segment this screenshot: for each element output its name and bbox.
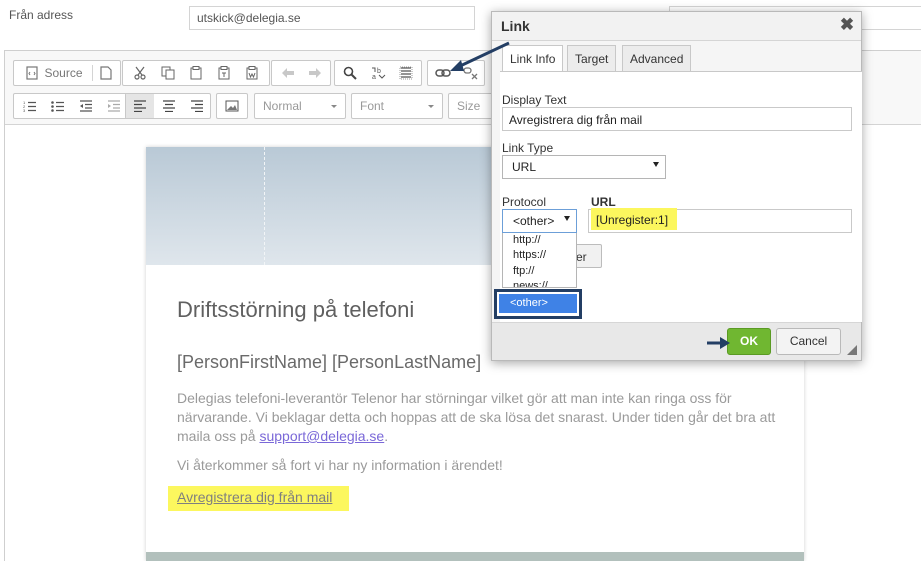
- toolbar-group-document: Source: [13, 60, 121, 86]
- paste-word-button[interactable]: [239, 61, 265, 85]
- source-icon: [26, 66, 39, 80]
- chevron-down-icon: [653, 162, 659, 167]
- protocol-option-http[interactable]: http://: [513, 234, 541, 246]
- protocol-dropdown-list: http:// https:// ftp:// news://: [502, 233, 577, 288]
- protocol-label: Protocol: [502, 195, 547, 209]
- link-type-label: Link Type: [502, 141, 554, 155]
- email-body-end: .: [384, 428, 389, 444]
- replace-icon: ba: [372, 67, 386, 80]
- tab-target[interactable]: Target: [567, 45, 617, 71]
- email-recipient-name: [PersonFirstName] [PersonLastName]: [177, 352, 482, 372]
- protocol-select-value: <other>: [513, 214, 555, 228]
- protocol-option-ftp[interactable]: ftp://: [513, 265, 534, 277]
- link-button[interactable]: [430, 61, 456, 85]
- from-address-label: Från adress: [9, 8, 74, 22]
- resize-handle[interactable]: [847, 345, 857, 355]
- paste-text-icon: [218, 66, 230, 80]
- format-select[interactable]: Normal: [254, 93, 346, 119]
- protocol-option-https[interactable]: https://: [513, 249, 546, 261]
- url-label: URL: [591, 195, 616, 209]
- decrease-indent-button[interactable]: [73, 94, 99, 118]
- email-body-paragraph: Delegias telefoni-leverantör Telenor har…: [177, 389, 777, 446]
- toolbar-group-media: [216, 93, 248, 119]
- paste-icon: [190, 66, 202, 80]
- protocol-option-other[interactable]: <other>: [499, 294, 577, 313]
- find-button[interactable]: [337, 61, 363, 85]
- email-title: Driftsstörning på telefoni: [177, 297, 415, 322]
- toolbar-group-clipboard: [122, 60, 270, 86]
- align-left-icon: [134, 100, 146, 112]
- format-select-value: Normal: [263, 99, 302, 113]
- cancel-button[interactable]: Cancel: [776, 328, 841, 355]
- select-all-button[interactable]: [393, 61, 419, 85]
- replace-button[interactable]: ba: [365, 61, 391, 85]
- toolbar-group-history: [271, 60, 331, 86]
- new-page-button[interactable]: [94, 61, 118, 85]
- protocol-option-news[interactable]: news://: [513, 280, 548, 287]
- undo-button[interactable]: [275, 61, 301, 85]
- numbered-list-icon: 123: [23, 100, 36, 112]
- increase-indent-button[interactable]: [101, 94, 127, 118]
- font-select[interactable]: Font: [351, 93, 443, 119]
- toolbar-group-align: [125, 93, 211, 119]
- source-button[interactable]: Source: [18, 61, 90, 85]
- indent-icon: [108, 100, 120, 112]
- search-icon: [343, 66, 357, 80]
- paste-word-icon: [246, 66, 258, 80]
- unlink-button[interactable]: [458, 61, 484, 85]
- link-type-value: URL: [512, 160, 537, 174]
- font-select-value: Font: [360, 99, 385, 113]
- link-icon: [435, 69, 451, 77]
- paste-button[interactable]: [183, 61, 209, 85]
- numbered-list-button[interactable]: 123: [17, 94, 43, 118]
- copy-button[interactable]: [155, 61, 181, 85]
- undo-icon: [282, 68, 294, 78]
- close-icon[interactable]: ✖: [839, 16, 855, 34]
- bulleted-list-icon: [51, 101, 64, 112]
- svg-text:a: a: [372, 74, 376, 80]
- tab-link-info[interactable]: Link Info: [502, 45, 564, 72]
- tab-advanced[interactable]: Advanced: [622, 45, 692, 71]
- align-center-button[interactable]: [155, 94, 183, 118]
- unsubscribe-link[interactable]: Avregistrera dig från mail: [177, 489, 332, 505]
- display-text-label: Display Text: [502, 93, 567, 107]
- image-button[interactable]: [219, 94, 245, 118]
- toolbar-group-links: [427, 60, 485, 86]
- banner-divider: [264, 147, 265, 265]
- email-followup-text: Vi återkommer så fort vi har ny informat…: [177, 457, 503, 473]
- align-right-icon: [191, 100, 203, 112]
- svg-text:3: 3: [23, 108, 26, 112]
- cut-button[interactable]: [127, 61, 153, 85]
- svg-text:b: b: [377, 68, 381, 75]
- url-input-value: [Unregister:1]: [596, 213, 669, 227]
- email-footer-bar: [146, 552, 804, 561]
- align-left-button[interactable]: [126, 94, 154, 118]
- new-page-icon: [100, 66, 112, 80]
- display-text-input[interactable]: Avregistrera dig från mail: [502, 107, 852, 131]
- size-select-value: Size: [457, 99, 481, 113]
- redo-button[interactable]: [302, 61, 328, 85]
- protocol-select[interactable]: <other>: [502, 209, 577, 233]
- unlink-icon: [463, 67, 478, 80]
- image-icon: [225, 100, 239, 112]
- support-email-link[interactable]: support@delegia.se: [259, 428, 384, 444]
- align-center-icon: [163, 100, 175, 112]
- cut-icon: [134, 66, 146, 80]
- copy-icon: [161, 66, 175, 80]
- chevron-down-icon: [564, 216, 570, 221]
- source-label: Source: [44, 66, 83, 80]
- from-address-input[interactable]: utskick@delegia.se: [189, 6, 475, 30]
- toolbar-group-find: ba: [334, 60, 422, 86]
- dialog-title: Link: [492, 12, 861, 41]
- redo-icon: [309, 68, 321, 78]
- ok-button[interactable]: OK: [727, 328, 771, 355]
- outdent-icon: [80, 100, 92, 112]
- paste-text-button[interactable]: [211, 61, 237, 85]
- bulleted-list-button[interactable]: [45, 94, 71, 118]
- link-type-select[interactable]: URL: [502, 155, 666, 179]
- align-right-button[interactable]: [184, 94, 210, 118]
- select-all-icon: [399, 66, 413, 80]
- toolbar-group-lists: 123: [13, 93, 130, 119]
